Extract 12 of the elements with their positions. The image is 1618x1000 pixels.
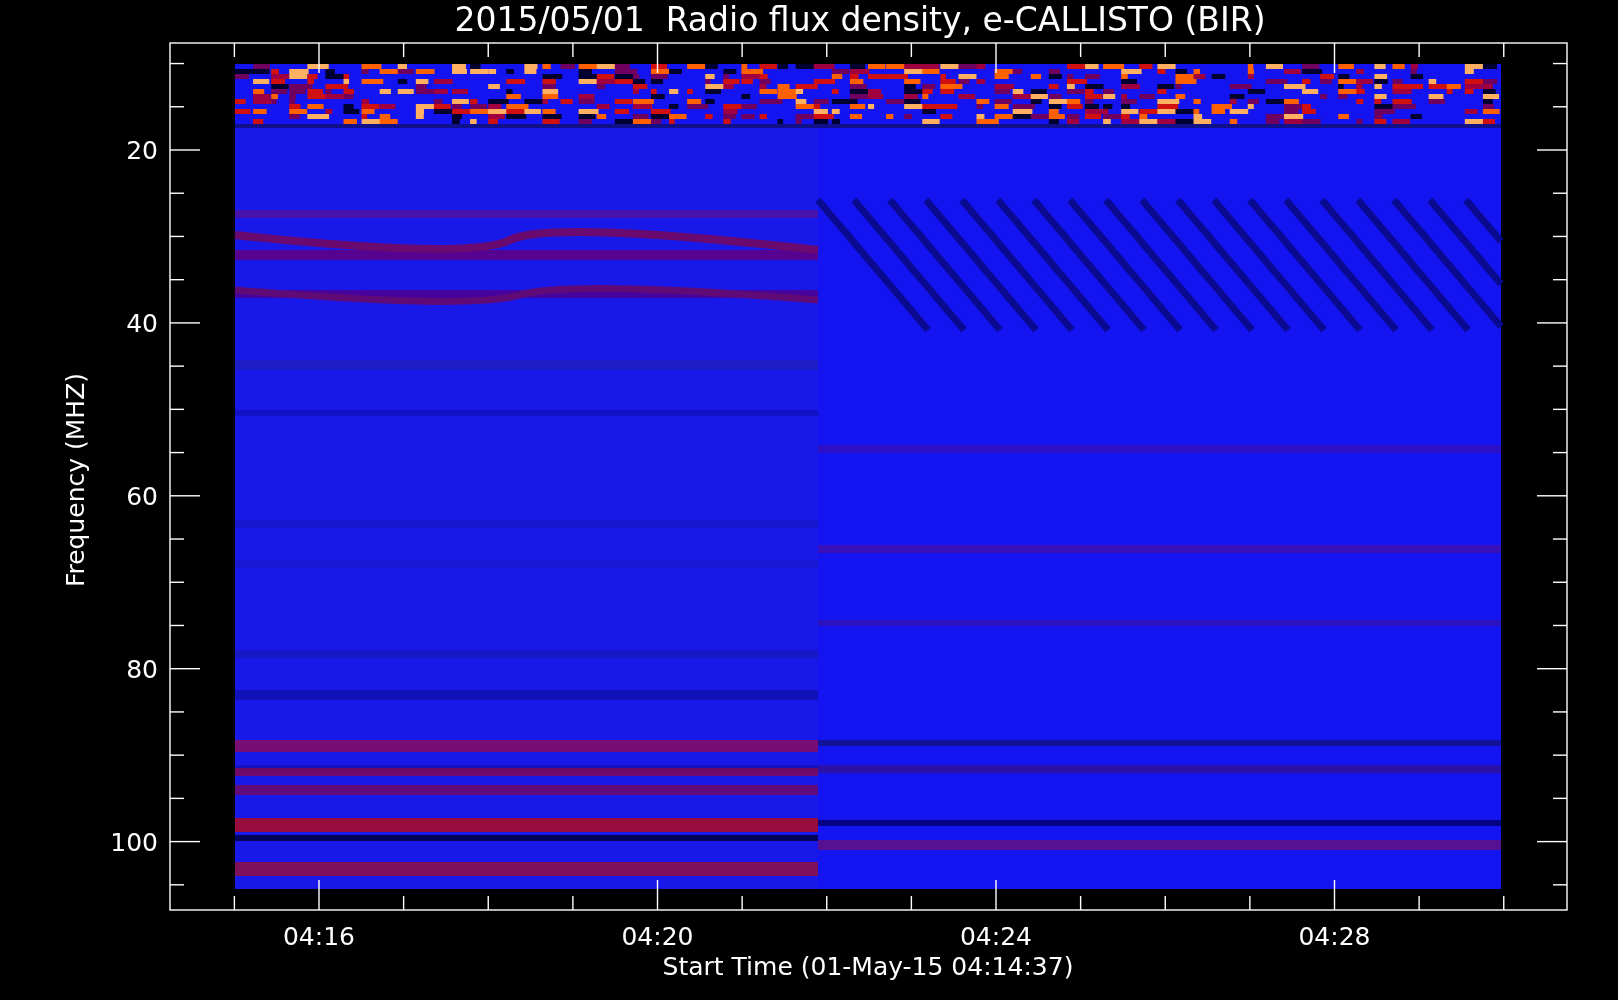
y-tick-label: 100 [110,827,158,857]
y-tick-label: 20 [126,136,158,165]
y-axis-label: Frequency (MHZ) [61,372,90,588]
x-tick-label: 04:16 [283,922,355,951]
y-tick-label: 60 [126,481,158,511]
x-tick-label: 04:28 [1298,922,1371,951]
x-tick-label: 04:20 [621,922,694,951]
chart-title: 2015/05/01 Radio flux density, e-CALLISTO (BIR) [454,0,1266,39]
y-tick-label: 40 [126,308,158,338]
x-axis-label: Start Time (01-May-15 04:14:37) [662,952,1074,981]
x-tick-label: 04:24 [960,922,1032,951]
y-tick-label: 80 [126,654,158,684]
